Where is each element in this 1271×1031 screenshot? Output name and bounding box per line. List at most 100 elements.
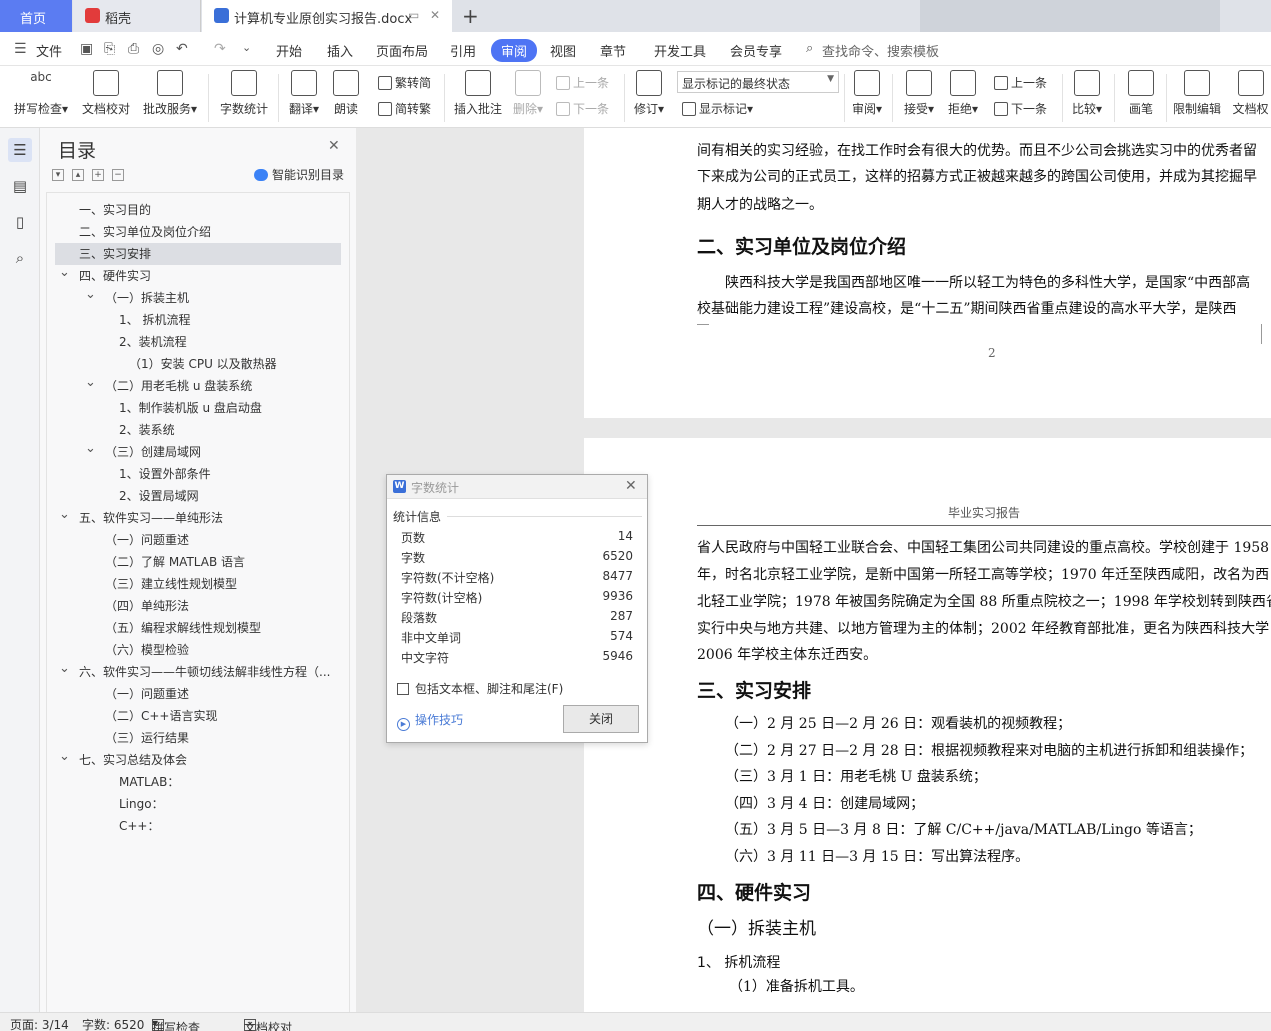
toc-item[interactable]: （六）模型检验	[47, 639, 345, 661]
menu-reference[interactable]: 引用	[450, 41, 476, 60]
toc-item[interactable]: 2、设置局域网	[47, 485, 345, 507]
review-pane-button[interactable]: 审阅▾	[850, 70, 884, 117]
toc-item[interactable]: C++：	[47, 815, 345, 837]
smart-toc-button[interactable]: 智能识别目录	[254, 166, 344, 183]
menu-file[interactable]: 文件	[36, 41, 62, 60]
tab-document[interactable]: 计算机专业原创实习报告.docx ▭ ✕	[202, 0, 452, 32]
tab-daoke[interactable]: 稻壳	[73, 0, 201, 32]
page-indicator[interactable]: 页面: 3/14	[10, 1016, 69, 1031]
close-icon[interactable]: ✕	[328, 138, 340, 154]
toc-item[interactable]: 2、装机流程	[47, 331, 345, 353]
word-count-button[interactable]: 字数统计	[218, 70, 270, 117]
toc-item[interactable]: （五）编程求解线性规划模型	[47, 617, 345, 639]
toc-item[interactable]: 2、装系统	[47, 419, 345, 441]
undo-icon[interactable]: ↶	[176, 41, 188, 57]
toc-item[interactable]: 一、实习目的	[47, 199, 345, 221]
menu-devtools[interactable]: 开发工具	[654, 41, 706, 60]
spell-check-button[interactable]: abc 拼写检查▾	[12, 70, 70, 117]
chapter-icon[interactable]: ▤	[8, 174, 32, 198]
chevron-down-icon[interactable]: ⌄	[85, 441, 96, 460]
search-commands-input[interactable]: 查找命令、搜索模板	[822, 41, 939, 60]
prev-comment-button[interactable]: 上一条	[556, 74, 609, 91]
markup-state-select[interactable]: 显示标记的最终状态 ▼	[677, 71, 839, 93]
dialog-titlebar[interactable]: W 字数统计 ✕	[387, 475, 647, 499]
print-icon[interactable]: ⎙	[128, 41, 139, 57]
toc-item[interactable]: ⌄ 五、软件实习——单纯形法	[47, 507, 345, 529]
toc-item[interactable]: ⌄ （二）用老毛桃 u 盘装系统	[47, 375, 345, 397]
add-level-icon[interactable]: +	[92, 169, 104, 181]
toc-item[interactable]: 三、实习安排	[55, 243, 341, 265]
track-changes-button[interactable]: 修订▾	[632, 70, 666, 117]
chevron-down-icon[interactable]: ⌄	[59, 661, 70, 680]
more-icon[interactable]: ⌄	[242, 41, 251, 54]
menu-member[interactable]: 会员专享	[730, 41, 782, 60]
collapse-all-icon[interactable]: ▾	[52, 169, 64, 181]
export-icon[interactable]: ⎘	[104, 41, 115, 57]
chevron-down-icon[interactable]: ⌄	[85, 375, 96, 394]
restrict-editing-button[interactable]: 限制编辑	[1170, 70, 1224, 117]
close-button[interactable]: 关闭	[563, 705, 639, 733]
menu-start[interactable]: 开始	[276, 41, 302, 60]
word-count-indicator[interactable]: 字数: 6520	[82, 1016, 144, 1031]
toc-item[interactable]: 1、设置外部条件	[47, 463, 345, 485]
translate-button[interactable]: 翻译▾	[286, 70, 322, 117]
toc-item[interactable]: （三）建立线性规划模型	[47, 573, 345, 595]
toc-item[interactable]: （三）运行结果	[47, 727, 345, 749]
read-aloud-button[interactable]: 朗读	[330, 70, 362, 117]
bookmark-icon[interactable]: ▯	[8, 210, 32, 234]
menu-layout[interactable]: 页面布局	[376, 41, 428, 60]
toc-item[interactable]: （二）了解 MATLAB 语言	[47, 551, 345, 573]
menu-insert[interactable]: 插入	[327, 41, 353, 60]
toc-item[interactable]: 二、实习单位及岗位介绍	[47, 221, 345, 243]
show-markup-button[interactable]: 显示标记▾	[682, 100, 753, 117]
toc-item[interactable]: ⌄ 四、硬件实习	[47, 265, 345, 287]
accept-button[interactable]: 接受▾	[902, 70, 936, 117]
toc-item[interactable]: （一）问题重述	[47, 683, 345, 705]
pen-button[interactable]: 画笔	[1124, 70, 1158, 117]
menu-review[interactable]: 审阅	[491, 39, 538, 62]
chevron-down-icon[interactable]: ⌄	[85, 287, 96, 306]
toc-item[interactable]: MATLAB：	[47, 771, 345, 793]
reject-button[interactable]: 拒绝▾	[946, 70, 980, 117]
next-change-button[interactable]: 下一条	[994, 100, 1047, 117]
tab-home[interactable]: 首页	[0, 0, 72, 32]
new-tab-icon[interactable]: +	[462, 4, 479, 28]
hamburger-menu-icon[interactable]: ☰	[14, 41, 27, 57]
toc-item[interactable]: ⌄ （一）拆装主机	[47, 287, 345, 309]
toc-panel-icon[interactable]: ☰	[8, 138, 32, 162]
toc-item[interactable]: （一）问题重述	[47, 529, 345, 551]
remove-level-icon[interactable]: −	[112, 169, 124, 181]
chevron-down-icon[interactable]: ⌄	[59, 507, 70, 526]
doc-check-button[interactable]: 文档校对	[80, 70, 132, 117]
toc-item[interactable]: ⌄ （三）创建局域网	[47, 441, 345, 463]
redo-icon[interactable]: ↷	[214, 41, 226, 57]
toc-item[interactable]: Lingo：	[47, 793, 345, 815]
doc-permission-button[interactable]: 文档权	[1230, 70, 1271, 117]
toc-item[interactable]: ⌄ 六、软件实习——牛顿切线法解非线性方程（...	[47, 661, 345, 683]
save-icon[interactable]: ▣	[80, 41, 93, 57]
close-icon[interactable]: ✕	[625, 478, 637, 494]
menu-chapter[interactable]: 章节	[600, 41, 626, 60]
delete-comment-button[interactable]: 删除▾	[510, 70, 546, 117]
prev-change-button[interactable]: 上一条	[994, 74, 1047, 91]
tab-close-icon[interactable]: ✕	[430, 8, 440, 22]
tab-restore-icon[interactable]: ▭	[408, 8, 419, 22]
toc-item[interactable]: （四）单纯形法	[47, 595, 345, 617]
next-comment-button[interactable]: 下一条	[556, 100, 609, 117]
preview-icon[interactable]: ◎	[152, 41, 164, 57]
toc-item[interactable]: （二）C++语言实现	[47, 705, 345, 727]
search-icon[interactable]: ⌕	[8, 246, 32, 270]
toc-item[interactable]: 1、 拆机流程	[47, 309, 345, 331]
simp-to-trad-button[interactable]: 简转繁	[378, 100, 431, 117]
chevron-down-icon[interactable]: ⌄	[59, 265, 70, 284]
trad-to-simp-button[interactable]: 繁转简	[378, 74, 431, 91]
insert-comment-button[interactable]: 插入批注	[452, 70, 504, 117]
toc-item[interactable]: ⌄ 七、实习总结及体会	[47, 749, 345, 771]
annotate-service-button[interactable]: 批改服务▾	[140, 70, 200, 117]
menu-view[interactable]: 视图	[550, 41, 576, 60]
include-textbox-checkbox[interactable]: 包括文本框、脚注和尾注(F)	[397, 680, 563, 697]
tips-link[interactable]: ▶ 操作技巧	[397, 711, 463, 731]
status-spell-check[interactable]: ✓ 拼写检查 ▾	[152, 1016, 200, 1031]
chevron-down-icon[interactable]: ⌄	[59, 749, 70, 768]
expand-up-icon[interactable]: ▴	[72, 169, 84, 181]
